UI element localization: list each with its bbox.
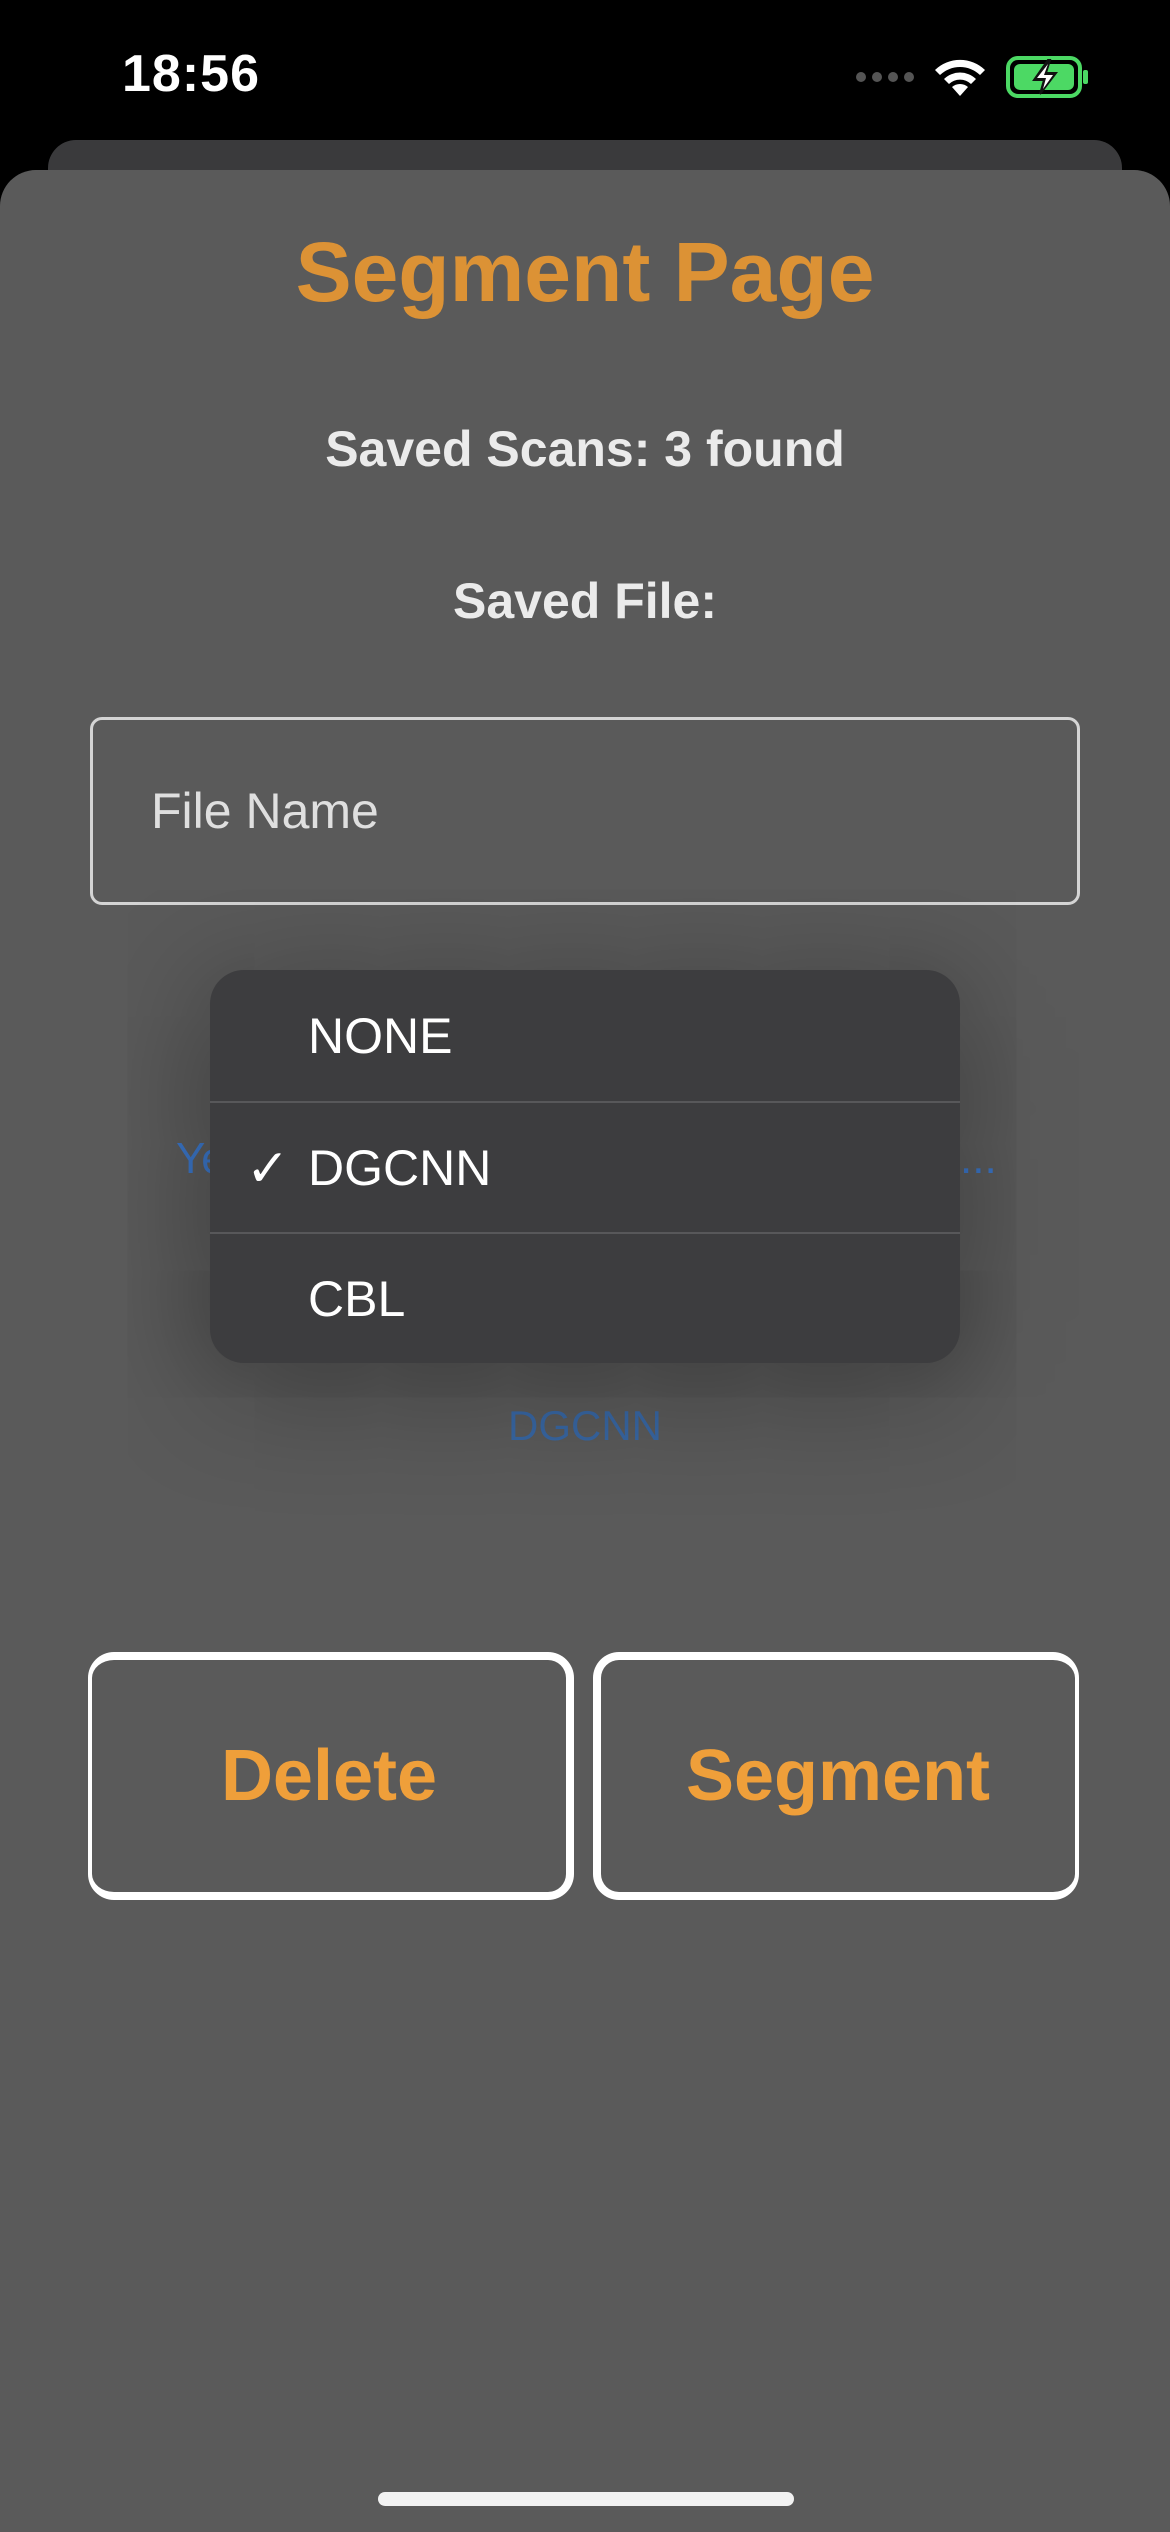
delete-button[interactable]: Delete [88, 1652, 574, 1900]
checkmark-icon: ✓ [246, 1139, 290, 1198]
home-indicator[interactable] [378, 2492, 794, 2506]
menu-item-dgcnn[interactable]: ✓ DGCNN [210, 1101, 960, 1232]
signal-dots-icon [856, 72, 914, 82]
model-picker-menu: NONE ✓ DGCNN CBL [210, 970, 960, 1363]
menu-item-cbl[interactable]: CBL [210, 1232, 960, 1363]
menu-item-none[interactable]: NONE [210, 970, 960, 1101]
status-icons [856, 52, 1090, 102]
wifi-icon [935, 59, 985, 96]
menu-item-label: DGCNN [308, 1139, 492, 1196]
status-time: 18:56 [122, 45, 260, 103]
menu-item-label: CBL [308, 1270, 406, 1327]
menu-item-label: NONE [308, 1007, 453, 1064]
status-bar: 18:56 [0, 0, 1170, 150]
battery-charging-icon [1006, 56, 1088, 98]
segment-button[interactable]: Segment [593, 1652, 1079, 1900]
